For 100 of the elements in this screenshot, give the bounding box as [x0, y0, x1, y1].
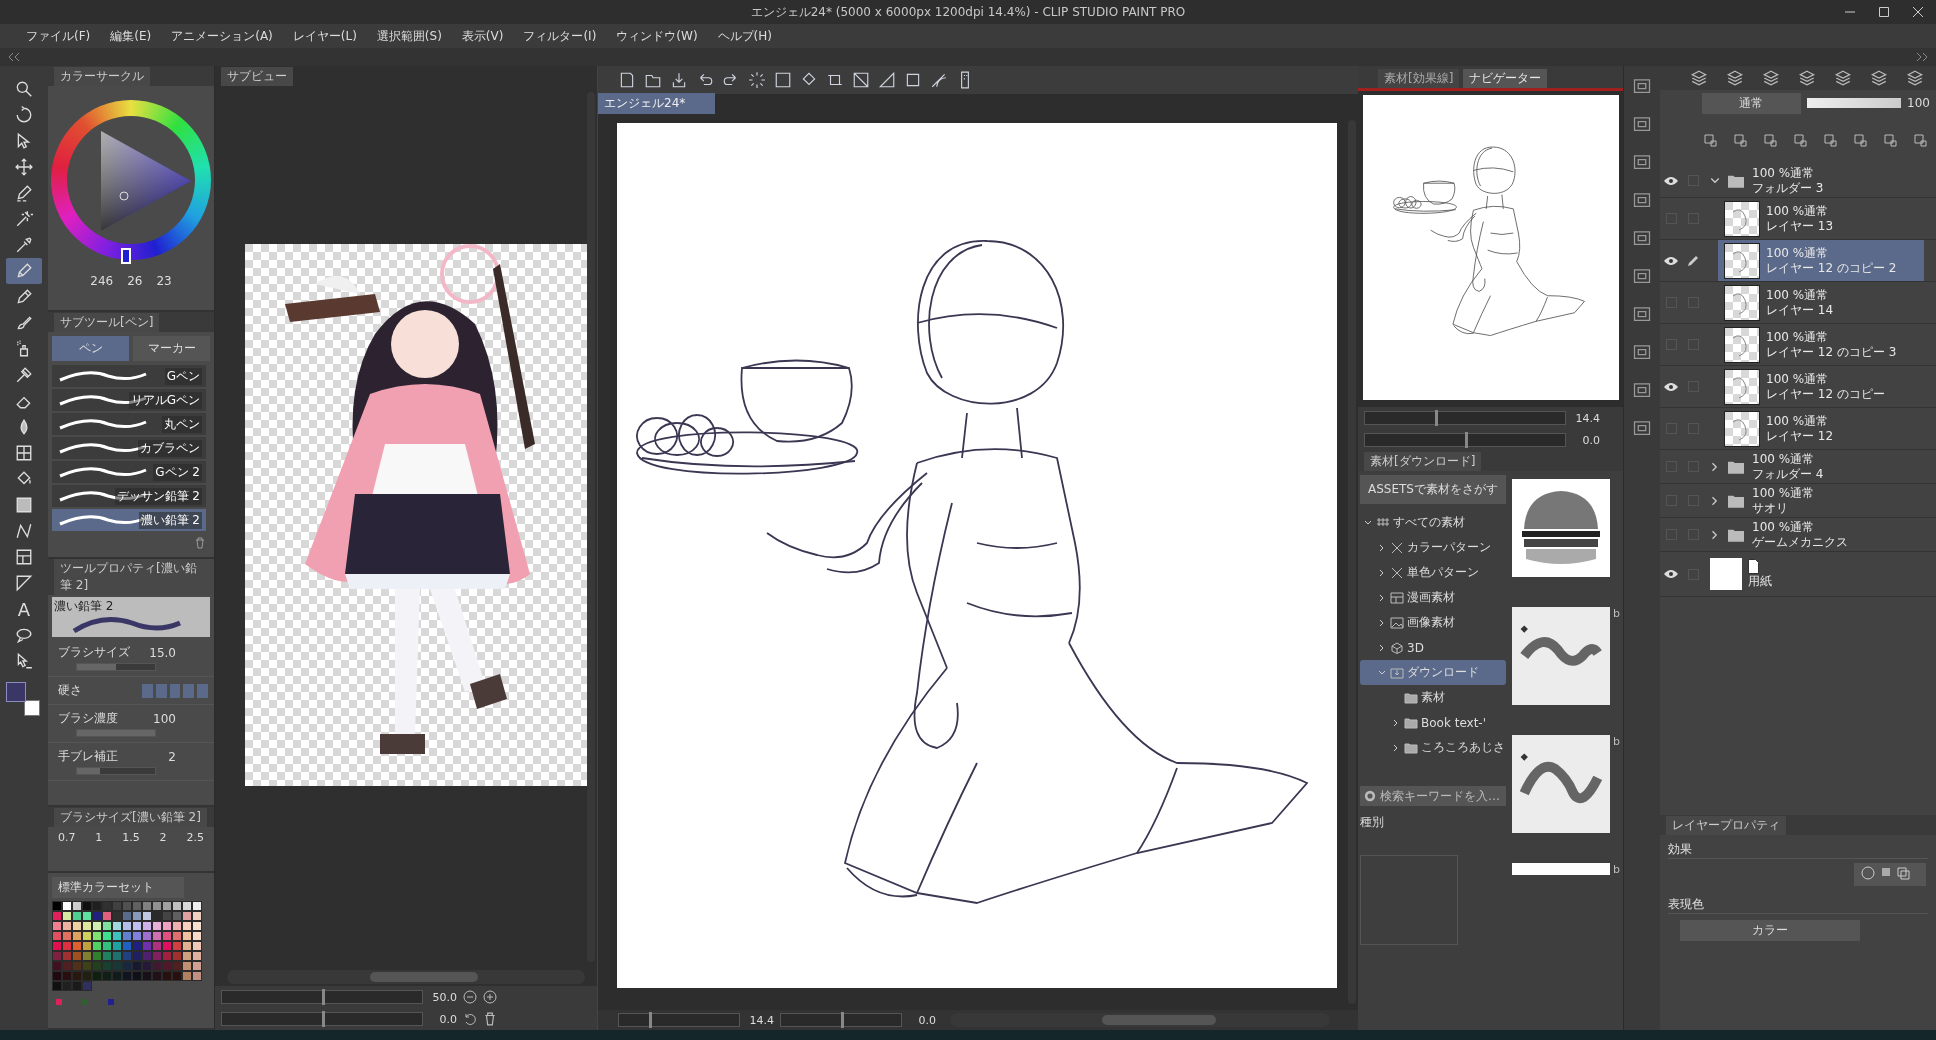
layer-mode: 100 %通常 [1752, 165, 1816, 181]
rotation-value: 0.0 [917, 1013, 936, 1027]
layer-item[interactable]: 100 %通常 レイヤー 12 のコピー [1718, 366, 1924, 407]
property-value[interactable]: 15.0 [142, 645, 176, 660]
layer-name: レイヤー 12 のコピー 2 [1766, 260, 1897, 276]
tree-item[interactable]: ころころあじさ [1360, 735, 1506, 760]
menu-item[interactable]: 編集(E) [102, 25, 160, 47]
layer-name: フォルダー 4 [1752, 466, 1824, 482]
document-tab[interactable]: エンジェル24* [598, 93, 716, 114]
layer-name: レイヤー 14 [1766, 302, 1834, 318]
tree-item[interactable]: すべての素材 [1360, 510, 1506, 535]
tree-item[interactable]: 単色パターン [1360, 560, 1506, 585]
layer-mode: 100 %通常 [1766, 203, 1830, 219]
section-label: 表現色 [1668, 896, 1928, 914]
layer-mode: 100 %通常 [1752, 451, 1816, 467]
panel-tab[interactable]: ナビゲーター [1463, 69, 1548, 88]
tree-item[interactable]: 漫画素材 [1360, 585, 1506, 610]
brush-item[interactable]: Gペン 2 [52, 461, 206, 483]
layer-name: サオリ [1752, 500, 1789, 516]
tree-item[interactable]: 画像素材 [1360, 610, 1506, 635]
layer-item[interactable]: 100 %通常 ゲームメカニクス [1704, 518, 1924, 551]
section-label: 効果 [1668, 841, 1928, 859]
layer-name: 用紙 [1748, 574, 1772, 589]
text-tool[interactable]: A [6, 596, 42, 622]
size-preset[interactable]: 0.7 [57, 831, 76, 844]
layer-mode: 100 %通常 [1752, 519, 1816, 535]
size-preset[interactable]: 1 [95, 831, 103, 844]
layer-item[interactable]: 100 %通常 フォルダー 3 [1704, 164, 1924, 197]
menu-item[interactable]: アニメーション(A) [163, 25, 281, 47]
menu-item[interactable]: 選択範囲(S) [368, 25, 450, 47]
layer-name: レイヤー 12 のコピー [1766, 386, 1885, 402]
property-label: 硬さ [58, 682, 83, 699]
search-field[interactable]: 検索キーワードを入… [1360, 786, 1506, 806]
panel-tab[interactable]: ツールプロパティ[濃い鉛筆 2] [54, 559, 214, 595]
brush-item[interactable]: 丸ペン [52, 413, 206, 435]
layer-mode: 100 %通常 [1766, 329, 1830, 345]
layer-mode: 100 %通常 [1766, 245, 1830, 261]
panel-tab[interactable]: レイヤープロパティ [1666, 816, 1786, 835]
tool-group-tab[interactable]: ペン [52, 336, 129, 361]
color-value: 246 [90, 274, 114, 288]
size-preset[interactable]: 2 [159, 831, 167, 844]
layer-name: レイヤー 13 [1766, 218, 1834, 234]
property-value[interactable]: 2 [142, 749, 176, 764]
property-label: ブラシ濃度 [58, 710, 119, 727]
material-label: b [1613, 735, 1620, 748]
property-label: ブラシサイズ [58, 644, 131, 661]
panel-tab[interactable]: 素材[効果線] [1378, 69, 1460, 88]
layer-name: レイヤー 12 [1766, 428, 1834, 444]
menu-item[interactable]: ヘルプ(H) [709, 25, 780, 47]
tree-item[interactable]: 素材 [1360, 685, 1506, 710]
layer-name: フォルダー 3 [1752, 180, 1824, 196]
size-preset[interactable]: 1.5 [122, 831, 140, 844]
tree-item[interactable]: 3D [1360, 635, 1506, 660]
menu-item[interactable]: 表示(V) [453, 25, 512, 47]
panel-tab[interactable]: 素材[ダウンロード] [1364, 452, 1482, 471]
rotation-value: 0.0 [438, 1012, 457, 1026]
panel-tab[interactable]: ブラシサイズ[濃い鉛筆 2] [54, 808, 207, 827]
brush-item[interactable]: リアルGペン [52, 389, 206, 411]
brush-item[interactable]: Gペン [52, 365, 206, 387]
blend-mode-dropdown[interactable]: 通常 [1702, 92, 1801, 114]
panel-tab[interactable]: サブビュー [221, 67, 293, 86]
zoom-value: 14.4 [1574, 411, 1600, 425]
property-value[interactable]: 100 [142, 711, 176, 726]
material-label: b [1613, 607, 1620, 620]
tree-item[interactable]: カラーパターン [1360, 535, 1506, 560]
opacity-value[interactable]: 100 [1907, 96, 1930, 110]
assets-button[interactable]: ASSETSで素材をさがす [1360, 475, 1506, 504]
color-mode-dropdown[interactable]: カラー [1680, 920, 1860, 941]
tool-group-tab[interactable]: マーカー [133, 336, 210, 361]
layer-item[interactable]: 100 %通常 レイヤー 14 [1718, 282, 1924, 323]
layer-mode: 100 %通常 [1766, 371, 1830, 387]
layer-item[interactable]: 100 %通常 サオリ [1704, 484, 1924, 517]
layer-item[interactable]: 100 %通常 レイヤー 12 のコピー 3 [1718, 324, 1924, 365]
layer-mode: 100 %通常 [1752, 485, 1815, 501]
panel-tab[interactable]: サブツール[ペン] [54, 313, 160, 332]
tree-item[interactable]: ダウンロード [1360, 660, 1506, 685]
layer-mode: 100 %通常 [1766, 413, 1830, 429]
panel-tab[interactable]: カラーサークル [54, 67, 150, 86]
type-label: 種別 [1360, 814, 1385, 831]
tree-item[interactable]: Book text-' [1360, 710, 1506, 735]
layer-item[interactable]: 100 %通常 レイヤー 12 のコピー 2 [1718, 240, 1924, 281]
color-value: 23 [156, 274, 172, 288]
brush-item[interactable]: カブラペン [52, 437, 206, 459]
layer-item[interactable]: 100 %通常 フォルダー 4 [1704, 450, 1924, 483]
rotation-value: 0.0 [1581, 433, 1600, 447]
menu-item[interactable]: ファイル(F) [18, 25, 99, 47]
menu-item[interactable]: レイヤー(L) [284, 25, 365, 47]
property-label: 手ブレ補正 [58, 748, 119, 765]
color-set-dropdown[interactable]: 標準カラーセット [52, 877, 184, 898]
size-preset[interactable]: 2.5 [186, 831, 204, 844]
zoom-value: 14.4 [748, 1013, 774, 1027]
brush-item[interactable]: デッサン鉛筆 2 [52, 485, 206, 507]
layer-item[interactable]: 用紙 [1704, 552, 1924, 596]
menu-item[interactable]: ウィンドウ(W) [608, 25, 706, 47]
menu-item[interactable]: フィルター(I) [515, 25, 605, 47]
color-value: 26 [127, 274, 143, 288]
layer-item[interactable]: 100 %通常 レイヤー 12 [1718, 408, 1924, 449]
zoom-value: 50.0 [431, 990, 457, 1004]
brush-item[interactable]: 濃い鉛筆 2 [52, 509, 206, 531]
layer-item[interactable]: 100 %通常 レイヤー 13 [1718, 198, 1924, 239]
